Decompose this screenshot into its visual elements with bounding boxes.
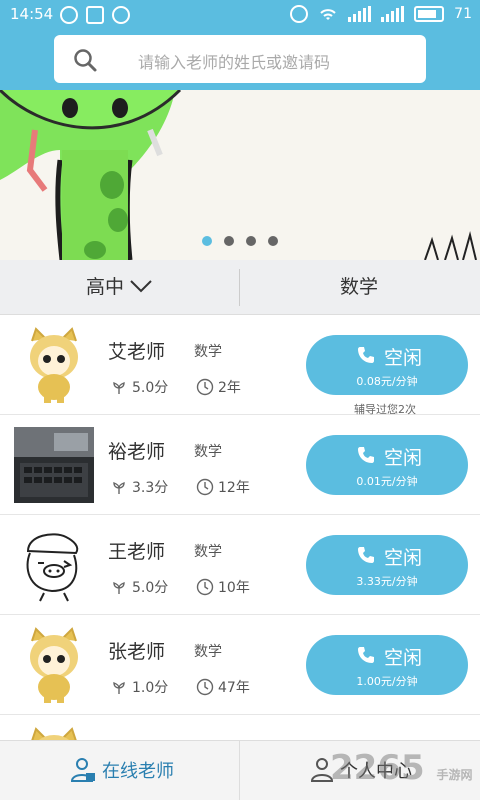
- watermark-sub: 手游网: [436, 768, 473, 782]
- banner-image: [0, 90, 480, 260]
- carousel-dot-4[interactable]: [268, 236, 278, 246]
- check-notification-icon: [112, 6, 130, 24]
- teacher-subject: 数学: [194, 444, 222, 460]
- header: 14:54 71 请输入老师的姓氏或邀请码: [0, 0, 480, 90]
- teacher-row[interactable]: 裕老师 数学 3.3分 12年 空闲 0.01元/分钟: [0, 415, 480, 515]
- clock-icon: [196, 378, 214, 396]
- call-teacher-button[interactable]: 空闲 1.00元/分钟: [306, 635, 468, 695]
- teacher-name: 裕老师: [108, 441, 166, 463]
- teacher-experience: 2年: [196, 377, 241, 397]
- availability-status: 空闲: [384, 647, 423, 669]
- teacher-rating: 1.0分: [110, 677, 168, 697]
- teacher-rating: 5.0分: [110, 577, 168, 597]
- nav-online-teachers-label: 在线老师: [102, 761, 174, 782]
- call-teacher-button[interactable]: 空闲 0.08元/分钟: [306, 335, 468, 395]
- availability-status: 空闲: [384, 347, 423, 369]
- teacher-score: 3.3分: [132, 480, 169, 496]
- teacher-name: 艾老师: [108, 341, 166, 363]
- notification-icons: [60, 6, 130, 24]
- clock-icon: [196, 678, 214, 696]
- teacher-subject: 数学: [194, 644, 222, 660]
- signal-icon-2: [381, 6, 405, 22]
- flower-icon: [113, 482, 125, 494]
- phone-icon: [358, 447, 374, 463]
- battery-level: 71: [454, 6, 472, 22]
- teacher-years: 2年: [218, 380, 241, 396]
- teacher-avatar: [14, 427, 94, 503]
- teacher-years: 10年: [218, 580, 250, 596]
- teacher-subject: 数学: [194, 344, 222, 360]
- price-per-minute: 0.08元/分钟: [356, 375, 418, 388]
- teacher-rating: 3.3分: [110, 477, 168, 497]
- watermark-text: 2265: [330, 748, 425, 788]
- search-placeholder: 请输入老师的姓氏或邀请码: [138, 53, 331, 72]
- watermark: 2265 手游网: [330, 748, 473, 788]
- carousel-indicator: [202, 236, 278, 246]
- teacher-avatar: [26, 533, 79, 602]
- filter-divider: [239, 269, 240, 306]
- grade-filter[interactable]: 高中: [86, 260, 124, 315]
- flower-icon: [113, 382, 125, 394]
- availability-status: 空闲: [384, 547, 423, 569]
- status-time: 14:54: [10, 5, 54, 23]
- subject-filter[interactable]: 数学: [340, 260, 378, 315]
- nav-divider: [239, 741, 240, 800]
- teacher-score: 5.0分: [132, 580, 169, 596]
- clock-icon: [196, 478, 214, 496]
- status-bar: 14:54 71: [0, 0, 480, 30]
- search-icon: [74, 49, 97, 72]
- teacher-name: 张老师: [108, 641, 166, 663]
- flower-icon: [113, 582, 125, 594]
- signal-icon: [348, 6, 372, 22]
- teacher-subject: 数学: [194, 544, 222, 560]
- teacher-name: 王老师: [108, 541, 166, 563]
- teacher-rating: 5.0分: [110, 377, 168, 397]
- carousel-dot-3[interactable]: [246, 236, 256, 246]
- teacher-years: 12年: [218, 480, 250, 496]
- call-teacher-button[interactable]: 空闲 3.33元/分钟: [306, 535, 468, 595]
- price-per-minute: 1.00元/分钟: [356, 675, 418, 688]
- image-notification-icon: [86, 6, 104, 24]
- teacher-years: 47年: [218, 680, 250, 696]
- availability-status: 空闲: [384, 447, 423, 469]
- teacher-row-partial[interactable]: [0, 715, 480, 740]
- system-icons: 71: [290, 5, 472, 23]
- teacher-experience: 12年: [196, 477, 250, 497]
- clock-icon: [196, 578, 214, 596]
- teacher-score: 1.0分: [132, 680, 169, 696]
- nav-online-teachers[interactable]: 在线老师: [70, 757, 174, 783]
- call-teacher-button[interactable]: 空闲 0.01元/分钟: [306, 435, 468, 495]
- carousel-dot-1[interactable]: [202, 236, 212, 246]
- phone-icon: [358, 347, 374, 363]
- teacher-avatar: [30, 327, 78, 403]
- teacher-avatar: [30, 627, 78, 703]
- carousel-dot-2[interactable]: [224, 236, 234, 246]
- flower-icon: [113, 682, 125, 694]
- chevron-down-icon[interactable]: [130, 279, 152, 293]
- phone-icon: [358, 547, 374, 563]
- search-input[interactable]: 请输入老师的姓氏或邀请码: [54, 35, 426, 83]
- teacher-score: 5.0分: [132, 380, 169, 396]
- banner-carousel[interactable]: [0, 90, 480, 260]
- battery-icon: [414, 6, 445, 22]
- app-notification-icon: [60, 6, 78, 24]
- teacher-row[interactable]: 张老师 数学 1.0分 47年 空闲 1.00元/分钟: [0, 615, 480, 715]
- wifi-icon: [320, 9, 336, 20]
- teacher-row[interactable]: 王老师 数学 5.0分 10年 空闲 3.33元/分钟: [0, 515, 480, 615]
- price-per-minute: 3.33元/分钟: [356, 575, 418, 588]
- teacher-experience: 10年: [196, 577, 250, 597]
- phone-icon: [358, 647, 374, 663]
- teacher-experience: 47年: [196, 677, 250, 697]
- teacher-avatar: [31, 727, 77, 740]
- teacher-row[interactable]: 艾老师 数学 5.0分 2年 空闲 0.08元/分钟 辅导过您2次: [0, 315, 480, 416]
- alarm-icon: [290, 5, 309, 23]
- price-per-minute: 0.01元/分钟: [356, 475, 418, 488]
- filter-bar: 高中 数学: [0, 260, 480, 315]
- teacher-icon: [70, 758, 95, 782]
